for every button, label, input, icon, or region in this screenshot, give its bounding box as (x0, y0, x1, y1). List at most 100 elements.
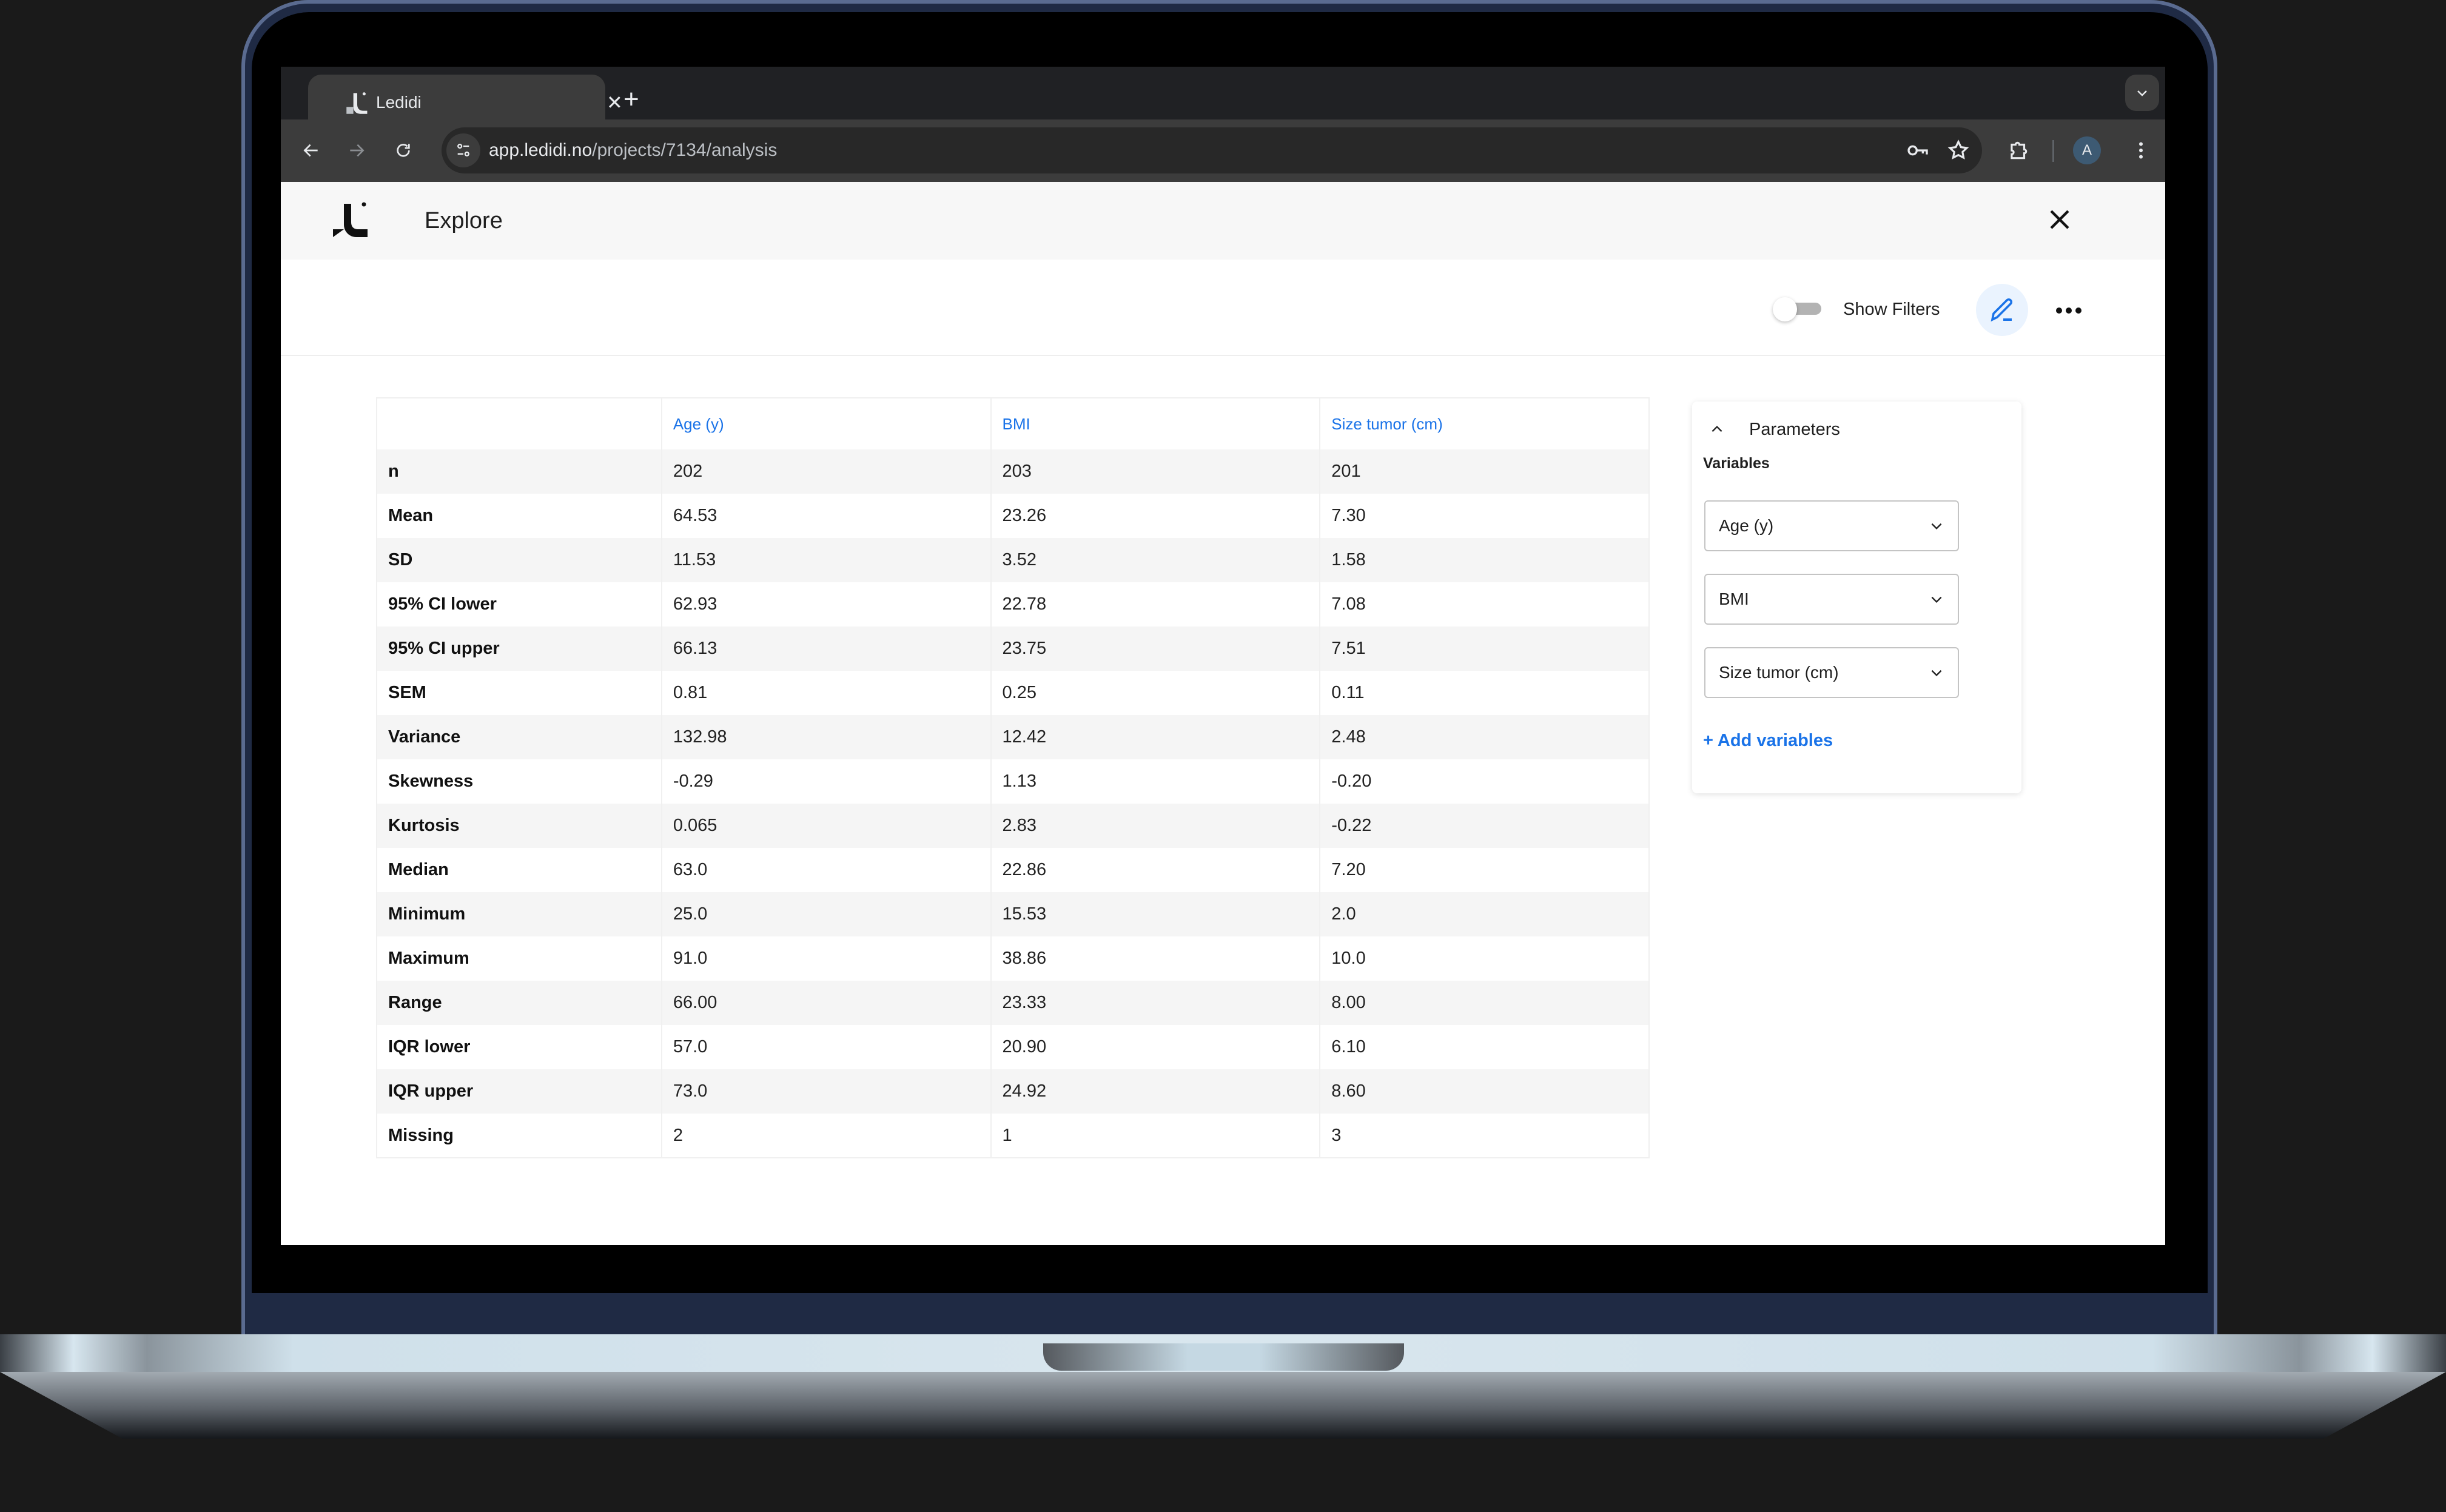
variable-select[interactable]: Size tumor (cm) (1704, 647, 1959, 698)
parameters-panel: Parameters Variables Age (y) BMI Size tu… (1692, 402, 2021, 793)
ledidi-favicon-icon (346, 92, 368, 114)
toggle-knob (1773, 297, 1797, 321)
laptop-opening-notch (1043, 1343, 1404, 1371)
table-cell: 24.92 (990, 1069, 1320, 1114)
row-label: SEM (377, 671, 662, 715)
table-cell: 0.11 (1319, 671, 1649, 715)
table-cell: 2.48 (1319, 715, 1649, 759)
horizontal-dots-icon (2056, 307, 2081, 314)
chevron-down-icon (1931, 523, 1942, 530)
table-cell: 132.98 (660, 715, 991, 759)
table-cell: 0.81 (660, 671, 991, 715)
variable-select[interactable]: BMI (1704, 574, 1959, 625)
row-label: Maximum (377, 936, 662, 981)
bookmark-button[interactable] (1944, 136, 1973, 165)
site-info-button[interactable] (446, 133, 480, 167)
table-cell: 62.93 (660, 582, 991, 627)
variable-select[interactable]: Age (y) (1704, 500, 1959, 551)
chevron-up-icon (1712, 425, 1722, 432)
vertical-dots-icon (2139, 142, 2143, 159)
ledidi-logo-icon[interactable] (332, 201, 369, 238)
forward-button[interactable] (341, 134, 372, 167)
parameters-title: Parameters (1749, 419, 1840, 439)
table-cell: 7.08 (1319, 582, 1649, 627)
parameters-header[interactable]: Parameters (1709, 415, 1840, 444)
table-cell: 3.52 (990, 538, 1320, 582)
browser-tab[interactable]: Ledidi ✕ (308, 75, 623, 121)
browser-tab-bar: Ledidi ✕ + (281, 67, 2165, 121)
table-row: Median 63.0 22.86 7.20 (377, 848, 1649, 892)
row-label: IQR upper (377, 1069, 662, 1114)
table-cell: -0.22 (1319, 804, 1649, 848)
table-header-row: Age (y) BMI Size tumor (cm) (377, 398, 1649, 449)
variable-select-value: Age (y) (1719, 516, 1774, 535)
table-row: IQR upper 73.0 24.92 8.60 (377, 1069, 1649, 1114)
action-toolbar: Show Filters (281, 260, 2165, 356)
table-cell: 3 (1319, 1114, 1649, 1158)
show-filters-toggle[interactable] (1773, 297, 1821, 321)
arrow-right-icon (350, 144, 365, 157)
address-bar[interactable]: app.ledidi.no/projects/7134/analysis (442, 127, 1982, 173)
table-cell: 23.75 (990, 627, 1320, 671)
table-cell: 23.33 (990, 981, 1320, 1025)
row-label: Median (377, 848, 662, 892)
url-text: app.ledidi.no/projects/7134/analysis (489, 136, 777, 165)
extensions-button[interactable] (2002, 134, 2035, 167)
variables-label: Variables (1703, 455, 1770, 472)
table-cell: 6.10 (1319, 1025, 1649, 1069)
table-cell: 7.51 (1319, 627, 1649, 671)
pencil-icon (1991, 298, 2013, 322)
column-header[interactable]: BMI (990, 398, 1320, 449)
row-label: 95% CI lower (377, 582, 662, 627)
back-button[interactable] (296, 134, 326, 167)
table-cell: 66.13 (660, 627, 991, 671)
password-key-button[interactable] (1903, 136, 1932, 165)
table-cell: 8.60 (1319, 1069, 1649, 1114)
table-cell: 202 (660, 449, 991, 494)
table-cell: 91.0 (660, 936, 991, 981)
table-cell: 23.26 (990, 494, 1320, 538)
header-blank-cell (377, 398, 662, 449)
more-options-button[interactable] (2051, 296, 2087, 325)
table-cell: 2.83 (990, 804, 1320, 848)
row-label: Kurtosis (377, 804, 662, 848)
table-cell: 15.53 (990, 892, 1320, 936)
table-cell: 22.78 (990, 582, 1320, 627)
table-row: 95% CI upper 66.13 23.75 7.51 (377, 627, 1649, 671)
tab-close-icon[interactable]: ✕ (606, 88, 623, 117)
chevron-down-icon (2137, 90, 2147, 96)
variable-select-value: Size tumor (cm) (1719, 663, 1839, 682)
table-row: Kurtosis 0.065 2.83 -0.22 (377, 804, 1649, 848)
key-icon (1907, 145, 1928, 156)
chevron-down-icon (1931, 596, 1942, 603)
browser-toolbar: app.ledidi.no/projects/7134/analysis A (281, 119, 2165, 182)
table-cell: 2 (660, 1114, 991, 1158)
table-cell: 38.86 (990, 936, 1320, 981)
table-cell: 22.86 (990, 848, 1320, 892)
table-cell: -0.20 (1319, 759, 1649, 804)
reload-button[interactable] (388, 134, 418, 167)
variable-select-value: BMI (1719, 590, 1749, 608)
new-tab-button[interactable]: + (623, 85, 639, 114)
table-cell: 73.0 (660, 1069, 991, 1114)
profile-avatar[interactable]: A (2073, 136, 2101, 164)
show-filters-label: Show Filters (1843, 300, 1940, 319)
close-icon[interactable] (2045, 205, 2074, 234)
column-header[interactable]: Size tumor (cm) (1319, 398, 1649, 449)
table-cell: 66.00 (660, 981, 991, 1025)
edit-button[interactable] (1976, 284, 2028, 336)
column-header[interactable]: Age (y) (660, 398, 991, 449)
laptop-base-lower (0, 1372, 2446, 1439)
table-row: n 202 203 201 (377, 449, 1649, 494)
browser-menu-button[interactable] (2125, 134, 2157, 167)
add-variables-link[interactable]: + Add variables (1703, 731, 1833, 751)
puzzle-icon (2011, 141, 2028, 160)
table-row: Minimum 25.0 15.53 2.0 (377, 892, 1649, 936)
row-label: SD (377, 538, 662, 582)
table-cell: 2.0 (1319, 892, 1649, 936)
tab-search-button[interactable] (2125, 75, 2159, 111)
row-label: Range (377, 981, 662, 1025)
row-label: Missing (377, 1114, 662, 1158)
arrow-left-icon (303, 144, 318, 157)
row-label: 95% CI upper (377, 627, 662, 671)
